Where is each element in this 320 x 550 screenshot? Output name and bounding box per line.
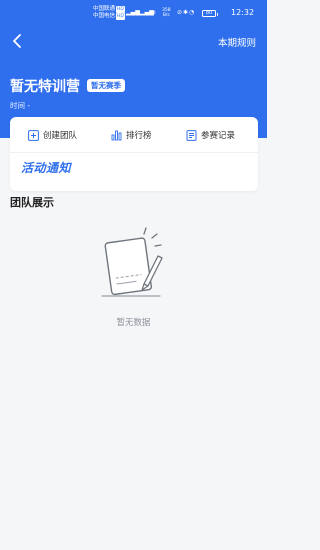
bar-chart-icon [111,130,122,140]
signal-icon: ▂▄▆ [126,9,140,16]
status-bar: 中国联通 HD 中国电信 HD ▂▄▆ ▂▄▆ ≋ 358 B/s ⊘✱◔ 80 1… [0,6,267,22]
empty-state-text: 暂无数据 [116,318,151,328]
network-speed: 358 B/s [162,8,171,18]
time-row: 时间 - [10,100,30,111]
hd-tag: HD [116,6,125,13]
battery-level: 80 [205,10,213,16]
team-section-title: 团队展示 [10,196,54,209]
status-icons: ⊘✱◔ [177,9,196,16]
battery-icon: 80 [202,10,218,17]
records-button[interactable]: 参赛记录 [186,128,235,142]
season-badge: 暂无赛季 [87,79,125,92]
activity-notice[interactable]: 活动通知 [21,159,71,176]
rules-link[interactable]: 本期规则 [218,35,256,49]
speed-unit: B/s [162,13,170,18]
empty-state-illustration [101,227,163,297]
create-team-label: 创建团队 [43,131,78,141]
carrier-1: 中国联通 [93,6,116,12]
wifi-icon: ≋ [151,9,157,16]
hd-tag-2: HD [116,13,125,20]
leaderboard-label: 排行榜 [126,131,152,141]
records-label: 参赛记录 [201,131,236,141]
carrier-info: 中国联通 HD 中国电信 HD [93,6,125,20]
document-icon [186,129,197,141]
carrier-2: 中国电信 [93,13,116,19]
back-arrow-icon[interactable] [10,33,26,49]
clock: 12:32 [231,8,255,17]
add-square-icon [28,129,39,141]
action-bar: 创建团队 排行榜 参赛记录 [10,117,258,153]
camp-card: 创建团队 排行榜 参赛记录 活动通知 [10,117,258,191]
create-team-button[interactable]: 创建团队 [28,128,77,142]
time-label: 时间 [10,101,25,110]
page-title: 暂无特训营 [10,79,80,95]
leaderboard-button[interactable]: 排行榜 [111,128,152,142]
time-value: - [27,101,31,110]
